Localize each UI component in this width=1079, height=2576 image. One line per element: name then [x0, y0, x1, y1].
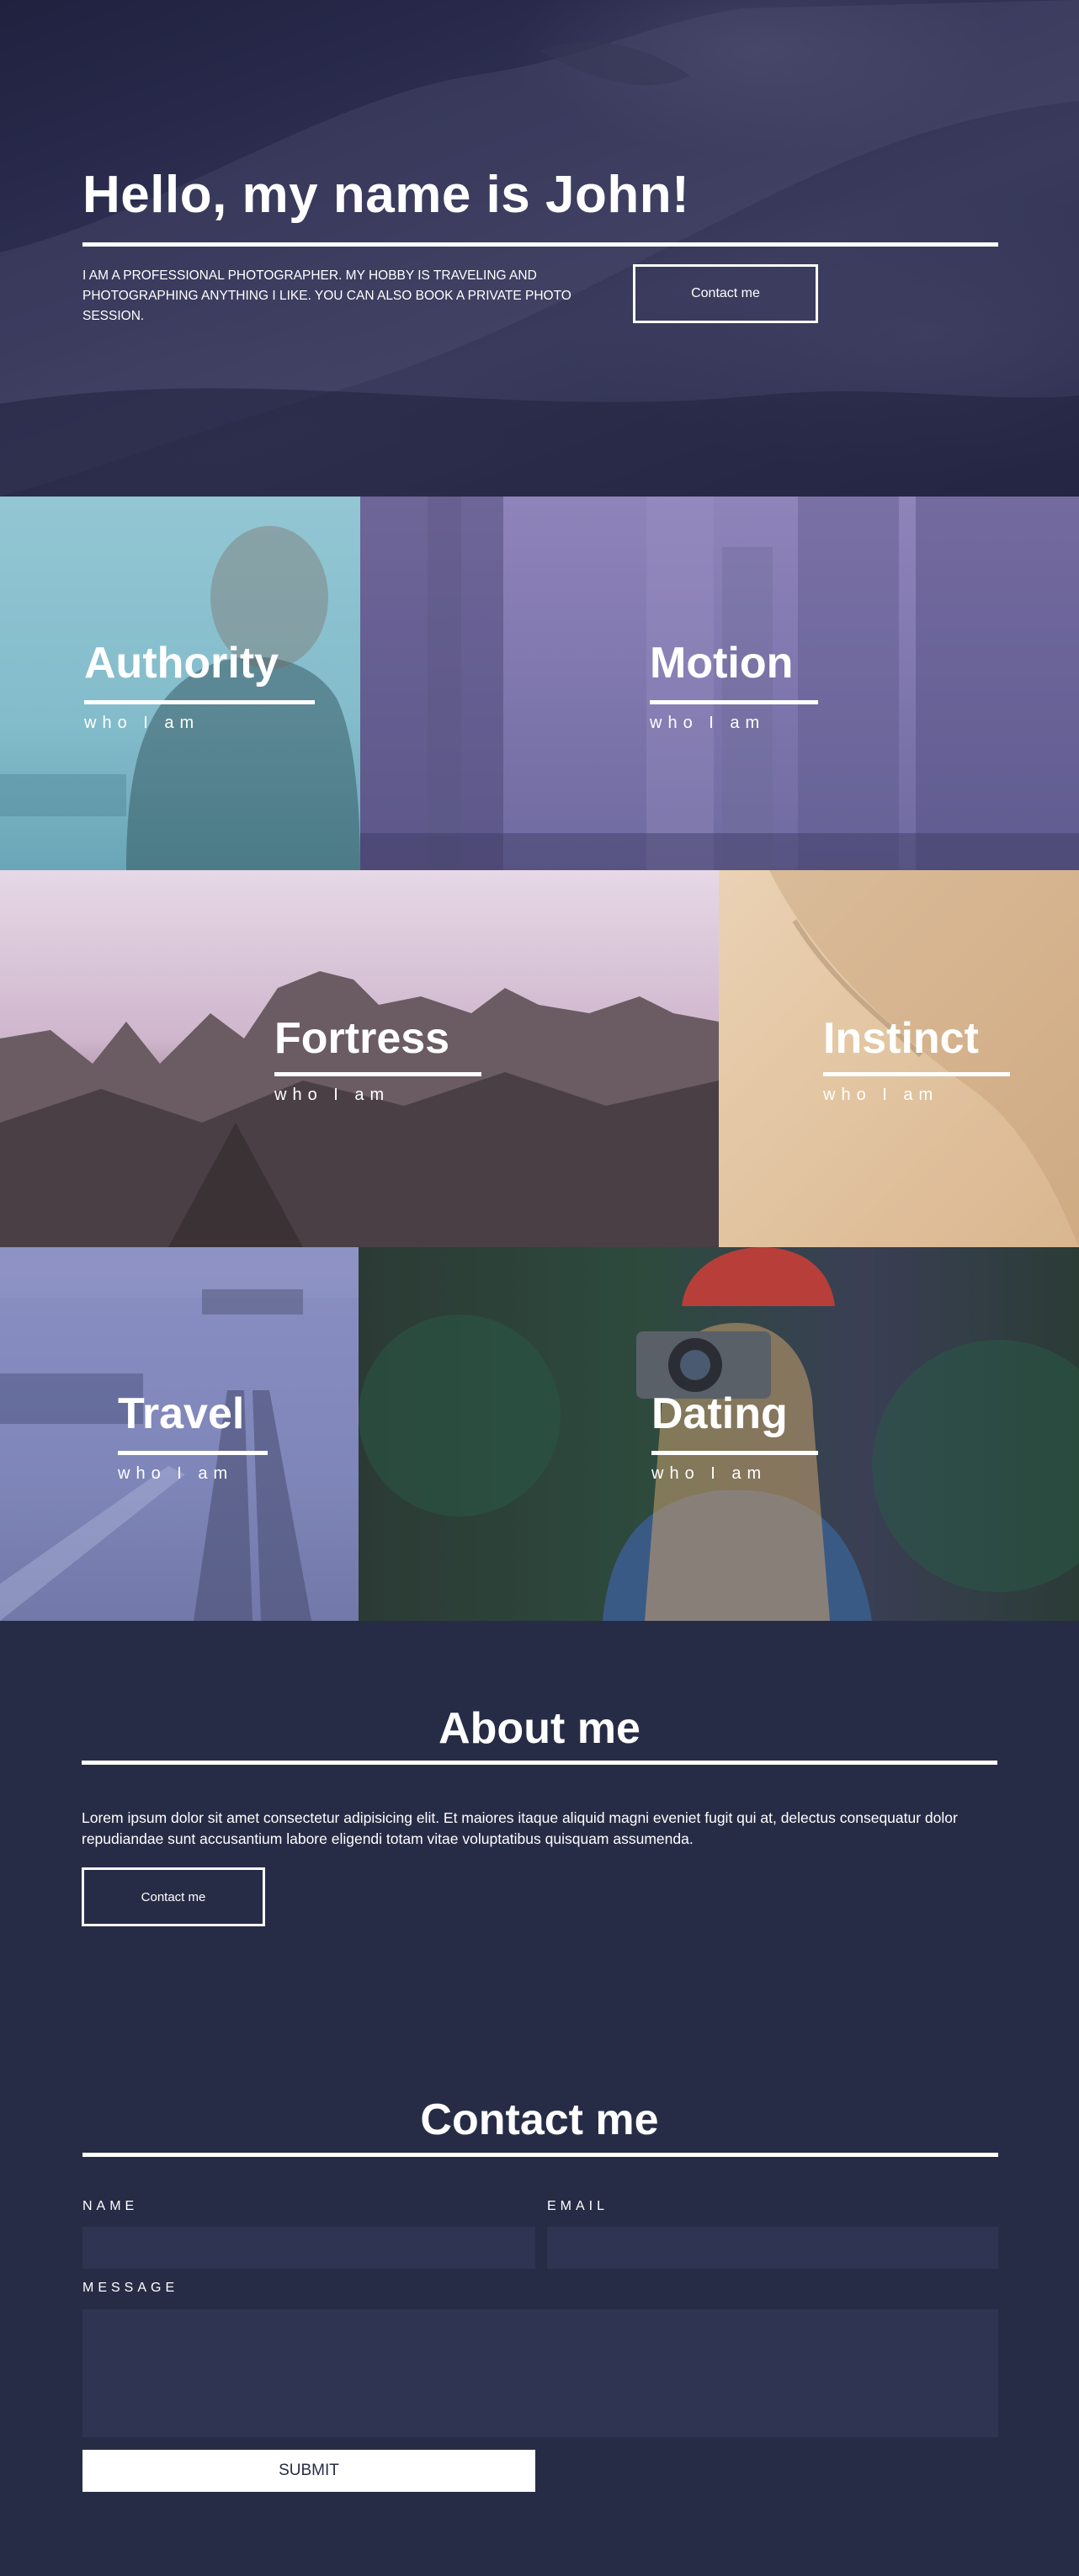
- tile-motion-divider: [650, 700, 818, 704]
- email-input[interactable]: [547, 2227, 998, 2269]
- tile-motion[interactable]: Motion who I am: [360, 497, 1079, 870]
- tile-travel-divider: [118, 1451, 268, 1455]
- tile-travel[interactable]: Travel who I am: [0, 1247, 359, 1621]
- about-section: About me Lorem ipsum dolor sit amet cons…: [0, 1621, 1079, 2012]
- name-input[interactable]: [82, 2227, 535, 2269]
- about-divider: [82, 1761, 997, 1765]
- tile-instinct[interactable]: Instinct who I am: [719, 870, 1079, 1247]
- message-label: MESSAGE: [82, 2281, 179, 2295]
- about-text: Lorem ipsum dolor sit amet consectetur a…: [82, 1809, 958, 1847]
- tile-authority-title: Authority: [84, 639, 279, 688]
- hero-section: Hello, my name is John! I AM A PROFESSIO…: [0, 0, 1079, 497]
- hero-description: I AM A PROFESSIONAL PHOTOGRAPHER. MY HOB…: [82, 268, 571, 323]
- tile-dating-divider: [651, 1451, 818, 1455]
- contact-title: Contact me: [420, 2095, 659, 2144]
- contact-divider: [82, 2153, 998, 2157]
- submit-button[interactable]: SUBMIT: [82, 2450, 535, 2492]
- tile-authority-divider: [84, 700, 315, 704]
- email-label: EMAIL: [547, 2199, 609, 2213]
- about-title: About me: [439, 1704, 640, 1753]
- tile-dating-subtitle: who I am: [651, 1464, 768, 1483]
- tile-authority[interactable]: Authority who I am: [0, 497, 360, 870]
- hero-title: Hello, my name is John!: [82, 166, 690, 224]
- about-contact-button[interactable]: Contact me: [82, 1867, 265, 1926]
- tile-authority-subtitle: who I am: [84, 714, 200, 732]
- contact-section: Contact me NAME EMAIL MESSAGE SUBMIT: [0, 2012, 1079, 2576]
- name-label: NAME: [82, 2199, 139, 2213]
- tile-dating[interactable]: Dating who I am: [359, 1247, 1079, 1621]
- tile-travel-title: Travel: [118, 1389, 245, 1438]
- tile-travel-subtitle: who I am: [118, 1464, 234, 1483]
- tile-instinct-subtitle: who I am: [823, 1086, 939, 1104]
- tile-instinct-title: Instinct: [823, 1014, 979, 1063]
- hero-background-image: [0, 0, 1079, 497]
- hero-divider: [82, 242, 998, 247]
- tile-dating-title: Dating: [651, 1389, 788, 1438]
- tile-instinct-divider: [823, 1072, 1010, 1076]
- tile-fortress-title: Fortress: [274, 1014, 450, 1063]
- tile-fortress-subtitle: who I am: [274, 1086, 391, 1104]
- tile-motion-subtitle: who I am: [650, 714, 766, 732]
- tile-fortress[interactable]: Fortress who I am: [0, 870, 719, 1247]
- tile-fortress-divider: [274, 1072, 481, 1076]
- hero-contact-button[interactable]: Contact me: [633, 264, 818, 323]
- message-textarea[interactable]: [82, 2309, 998, 2437]
- tile-motion-title: Motion: [650, 639, 794, 688]
